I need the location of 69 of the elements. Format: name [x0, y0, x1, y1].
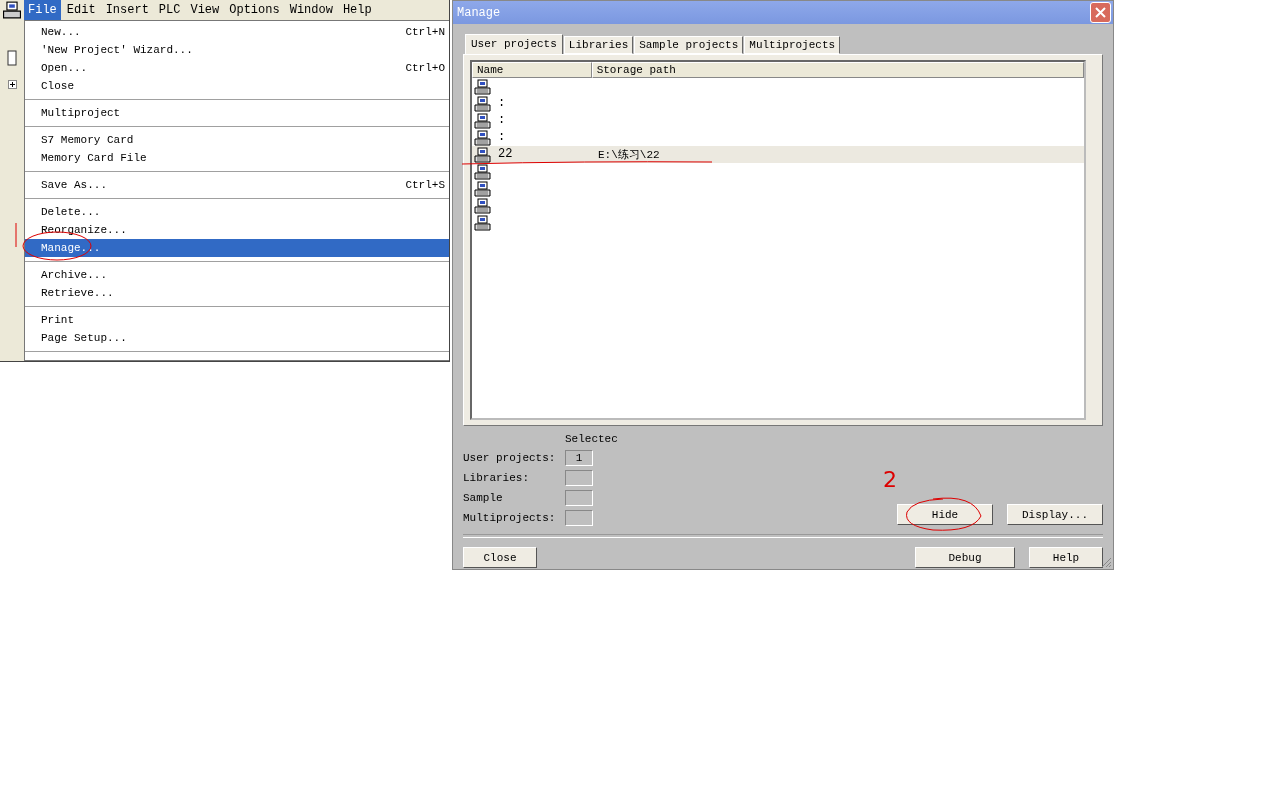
tab[interactable]: Multiprojects — [744, 36, 841, 54]
dialog-button[interactable]: Debug — [915, 547, 1015, 568]
menu-item[interactable]: Reorganize... — [25, 221, 449, 239]
tab[interactable]: Libraries — [563, 36, 634, 54]
menu-item[interactable]: Multiproject — [25, 104, 449, 122]
menu-item[interactable]: Manage... — [25, 239, 449, 257]
count-field — [565, 470, 593, 486]
tab[interactable]: User projects — [465, 34, 563, 54]
menu-bar-item[interactable]: Options — [225, 0, 284, 20]
menu-item[interactable]: Close — [25, 77, 449, 95]
count-label: Multiprojects: — [463, 512, 557, 524]
list-row[interactable]: : — [472, 112, 1084, 129]
menu-item[interactable]: 'New Project' Wizard... — [25, 41, 449, 59]
annotation-note: 2 — [883, 468, 897, 492]
project-icon — [474, 197, 491, 214]
menu-bar-item[interactable]: PLC — [154, 0, 185, 20]
menu-item[interactable]: Page Setup... — [25, 329, 449, 347]
tab[interactable]: Sample projects — [634, 36, 744, 54]
project-icon — [474, 146, 491, 163]
list-row[interactable]: : — [472, 129, 1084, 146]
menu-item[interactable]: Print — [25, 311, 449, 329]
resize-grip-icon[interactable] — [1100, 556, 1112, 568]
window-title: Manage — [457, 5, 501, 20]
close-button[interactable] — [1090, 2, 1111, 23]
menu-item[interactable]: Memory Card File — [25, 149, 449, 167]
menu-item[interactable]: S7 Memory Card — [25, 131, 449, 149]
dialog-button[interactable]: Hide — [897, 504, 993, 525]
dialog-button[interactable]: Close — [463, 547, 537, 568]
project-icon — [474, 129, 491, 146]
menu-item[interactable]: Delete... — [25, 203, 449, 221]
project-icon — [474, 214, 491, 231]
close-icon — [1095, 7, 1106, 18]
project-icon — [474, 163, 491, 180]
column-header[interactable]: Storage path — [591, 62, 1084, 78]
count-label: Libraries: — [463, 472, 530, 484]
count-label: Sample — [463, 492, 504, 504]
project-name: : — [497, 130, 507, 145]
project-name: : — [497, 113, 507, 128]
project-icon — [474, 95, 491, 112]
dialog-button[interactable]: Help — [1029, 547, 1103, 568]
count-field — [565, 510, 593, 526]
menu-item[interactable]: Archive... — [25, 266, 449, 284]
menu-bar-item[interactable]: Edit — [62, 0, 100, 20]
dialog-button[interactable]: Display... — [1007, 504, 1103, 525]
project-icon — [474, 112, 491, 129]
menu-bar-item[interactable]: File — [24, 0, 61, 20]
column-header[interactable]: Name — [472, 62, 592, 78]
menu-item[interactable]: Open... Ctrl+O — [25, 59, 449, 77]
count-field: 1 — [565, 450, 593, 466]
project-name: : — [497, 96, 507, 111]
toolbar-button-icon[interactable] — [7, 50, 17, 66]
project-icon — [474, 78, 491, 95]
count-field — [565, 490, 593, 506]
expand-icon[interactable] — [7, 80, 17, 89]
count-label: User projects: — [463, 452, 557, 464]
menu-bar-item[interactable]: Insert — [101, 0, 153, 20]
storage-path: E:\练习\22 — [597, 148, 660, 162]
selected-label: Selectec — [565, 432, 618, 446]
menu-item[interactable]: Retrieve... — [25, 284, 449, 302]
project-icon — [474, 180, 491, 197]
project-name: 22 — [497, 147, 514, 162]
list-row[interactable]: 22 E:\练习\22 — [472, 146, 1084, 163]
menu-item[interactable]: Save As... Ctrl+S — [25, 176, 449, 194]
menu-bar-item[interactable]: View — [186, 0, 224, 20]
menu-bar-item[interactable]: Window — [285, 0, 337, 20]
menu-item[interactable]: New... Ctrl+N — [25, 23, 449, 41]
app-icon — [2, 1, 22, 19]
list-row[interactable]: : — [472, 95, 1084, 112]
menu-bar-item[interactable]: Help — [338, 0, 376, 20]
